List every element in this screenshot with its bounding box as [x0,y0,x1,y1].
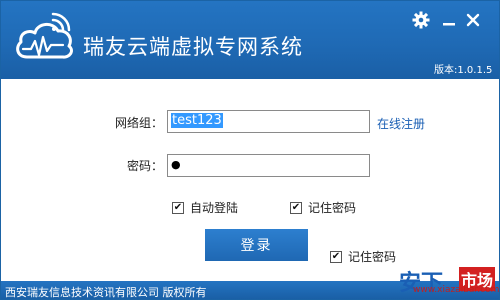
network-group-input[interactable]: test123 [167,110,370,133]
remember-password-checkbox-2[interactable]: ✔ 记住密码 [330,248,396,265]
password-input[interactable]: ● [167,154,370,177]
remember-password-label: 记住密码 [308,201,357,215]
auto-login-checkbox[interactable]: ✔ 自动登陆 [172,199,238,216]
gear-icon[interactable] [411,10,431,30]
network-group-label: 网络组： [115,116,164,130]
cloud-wifi-pulse-icon [16,12,73,59]
minimize-icon[interactable] [439,10,459,30]
app-title: 瑞友云端虚拟专网系统 [83,35,303,59]
remember-password-checkbox[interactable]: ✔ 记住密码 [290,199,356,216]
version-label: 版本:1.0.1.5 [434,65,493,76]
checkbox-checked-icon[interactable]: ✔ [330,250,342,263]
checkbox-checked-icon[interactable]: ✔ [172,201,184,214]
title-bar: 瑞友云端虚拟专网系统 版本:1.0.1.5 [1,1,499,79]
checkbox-checked-icon[interactable]: ✔ [290,201,302,214]
auto-login-label: 自动登陆 [190,201,239,215]
watermark: 安下 市场 www.xiazaibar.com [399,265,499,299]
remember-password-label-2: 记住密码 [348,250,397,264]
watermark-text-3: www.xiazaibar.com [413,285,500,295]
password-mask: ● [171,158,181,171]
copyright-text: 西安瑞友信息技术资讯有限公司 版权所有 [5,286,207,299]
login-window: 瑞友云端虚拟专网系统 版本:1.0.1.5 网络组： test123 在线注册 … [0,0,500,300]
password-label: 密码： [127,159,164,173]
close-icon[interactable] [463,10,483,30]
register-online-link[interactable]: 在线注册 [377,115,425,132]
network-group-value: test123 [171,113,223,128]
login-button[interactable]: 登录 [205,229,308,261]
